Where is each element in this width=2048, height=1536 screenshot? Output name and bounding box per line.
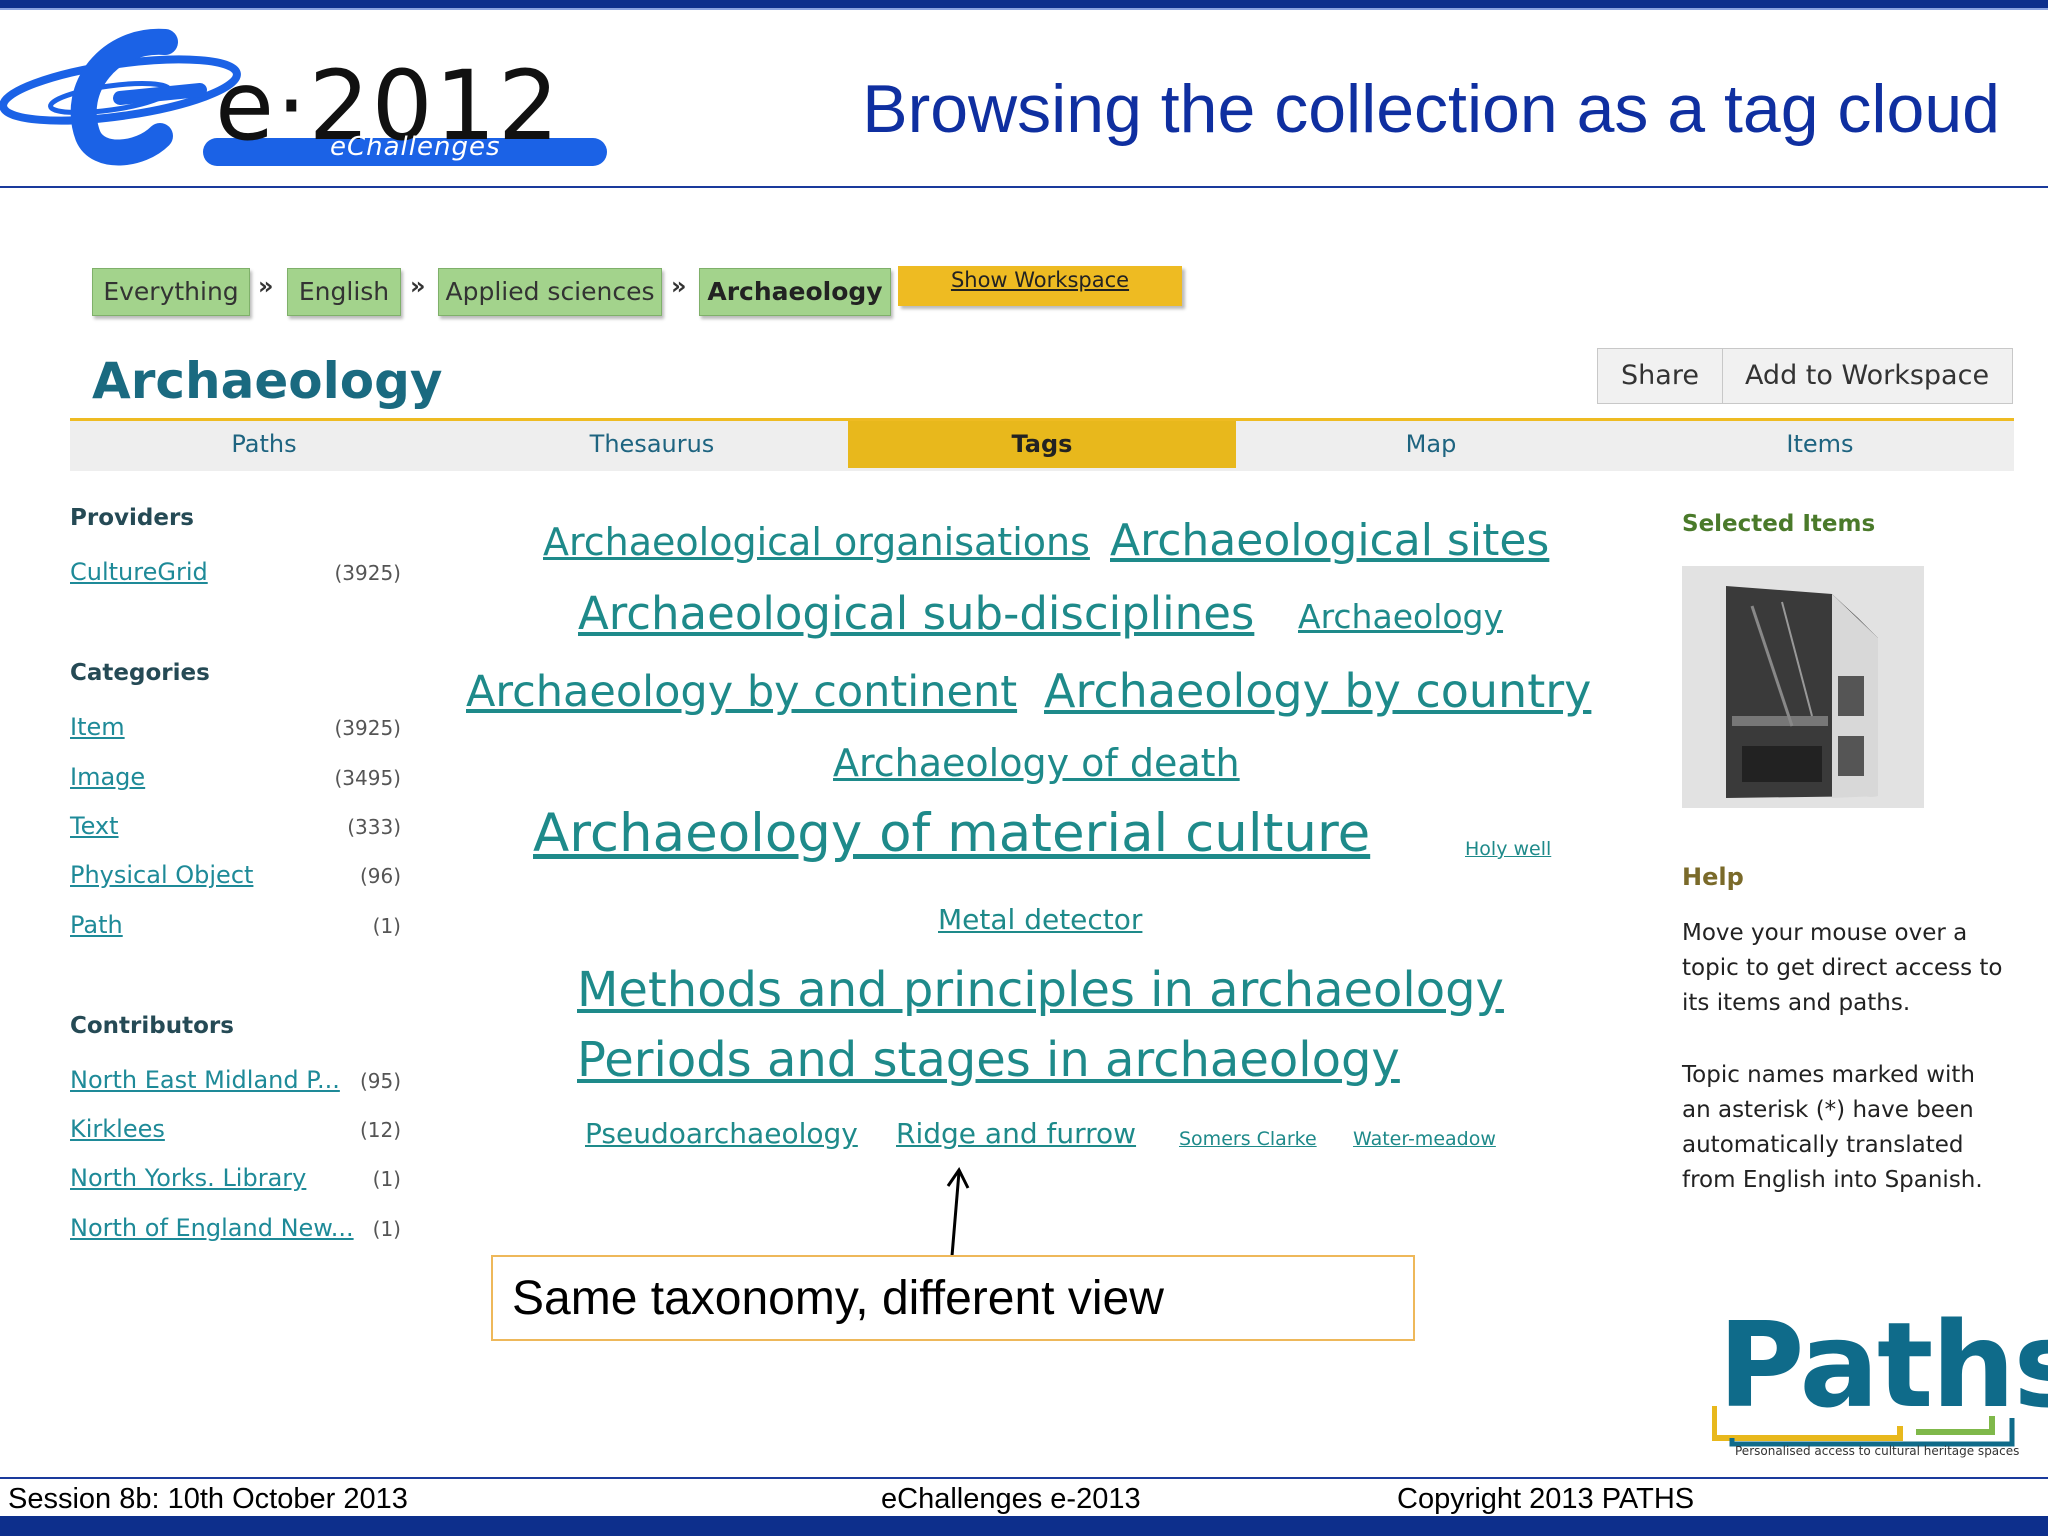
contributor-link[interactable]: Kirklees (70, 1115, 165, 1143)
add-to-workspace-button[interactable]: Add to Workspace (1724, 349, 2010, 403)
slide-title: Browsing the collection as a tag cloud (862, 71, 2000, 147)
callout-text: Same taxonomy, different view (512, 1272, 1164, 1325)
category-count: (3495) (334, 766, 401, 790)
help-text-line: an asterisk (*) have been (1682, 1097, 1974, 1123)
selected-items-heading: Selected Items (1682, 511, 1876, 537)
share-button[interactable]: Share (1598, 349, 1723, 403)
category-link-path[interactable]: Path (70, 911, 123, 939)
provider-count: (3925) (334, 561, 401, 585)
footer-event: eChallenges e-2013 (881, 1483, 1141, 1515)
tag-link[interactable]: Water-meadow (1353, 1128, 1496, 1150)
footer-copyright: Copyright 2013 PATHS (1397, 1483, 1695, 1515)
help-text-line: Topic names marked with (1682, 1062, 1975, 1088)
contributors-heading: Contributors (70, 1013, 234, 1039)
help-text-line: topic to get direct access to (1682, 955, 2003, 981)
tag-link[interactable]: Archaeology by continent (466, 667, 1017, 717)
selected-item-thumbnail[interactable] (1682, 566, 1924, 808)
contributor-count: (1) (372, 1167, 401, 1191)
tag-link[interactable]: Archaeology (1298, 597, 1503, 636)
bottom-bar (0, 1516, 2048, 1536)
callout-arrow-icon (946, 1167, 970, 1257)
help-text-line: its items and paths. (1682, 990, 1911, 1016)
help-text-line: from English into Spanish. (1682, 1167, 1983, 1193)
footer-session: Session 8b: 10th October 2013 (8, 1483, 408, 1515)
paths-logo-tagline: Personalised access to cultural heritage… (1735, 1444, 2020, 1458)
tab-map[interactable]: Map (1237, 421, 1625, 468)
breadcrumb-applied-sciences[interactable]: Applied sciences (438, 268, 662, 316)
category-link-item[interactable]: Item (70, 713, 125, 741)
tag-link[interactable]: Metal detector (938, 903, 1142, 936)
breadcrumb-separator: » (410, 272, 426, 300)
category-link-text[interactable]: Text (70, 812, 119, 840)
tag-link[interactable]: Somers Clarke (1179, 1128, 1317, 1150)
tag-link[interactable]: Archaeological sub-disciplines (578, 587, 1254, 640)
category-count: (96) (359, 864, 401, 888)
top-bar (0, 0, 2048, 10)
category-link-physical-object[interactable]: Physical Object (70, 861, 253, 889)
categories-heading: Categories (70, 660, 210, 686)
breadcrumb-archaeology[interactable]: Archaeology (699, 268, 891, 316)
tag-link[interactable]: Periods and stages in archaeology (577, 1032, 1400, 1088)
logo-subtext: eChallenges (330, 132, 501, 162)
show-workspace-button[interactable]: Show Workspace (898, 266, 1182, 306)
tab-paths[interactable]: Paths (70, 421, 458, 468)
contributor-count: (95) (359, 1069, 401, 1093)
tag-link[interactable]: Pseudoarchaeology (585, 1117, 858, 1150)
tag-link[interactable]: Archaeology by country (1044, 664, 1591, 718)
category-count: (1) (372, 914, 401, 938)
building-photo-icon (1682, 566, 1924, 808)
tab-tags[interactable]: Tags (848, 421, 1236, 468)
contributor-count: (12) (359, 1118, 401, 1142)
breadcrumb-everything[interactable]: Everything (92, 268, 250, 316)
tag-link[interactable]: Archaeological organisations (543, 520, 1090, 564)
help-text-line: Move your mouse over a (1682, 920, 1968, 946)
footer-divider (0, 1477, 2048, 1479)
breadcrumb-separator: » (671, 272, 687, 300)
providers-heading: Providers (70, 505, 194, 531)
breadcrumb-english[interactable]: English (287, 268, 401, 316)
tag-link[interactable]: Archaeology of material culture (533, 803, 1370, 864)
tag-link[interactable]: Archaeological sites (1110, 515, 1549, 566)
header-divider (0, 186, 2048, 188)
tag-link[interactable]: Ridge and furrow (896, 1117, 1136, 1150)
breadcrumb-separator: » (258, 272, 274, 300)
help-text-line: automatically translated (1682, 1132, 1964, 1158)
category-count: (333) (347, 815, 401, 839)
page-heading: Archaeology (92, 352, 443, 410)
tab-items[interactable]: Items (1626, 421, 2014, 468)
tag-link[interactable]: Methods and principles in archaeology (577, 962, 1504, 1018)
paths-logo-word: Paths (1718, 1296, 2048, 1434)
help-heading: Help (1682, 863, 1744, 891)
tab-thesaurus[interactable]: Thesaurus (458, 421, 846, 468)
contributor-link[interactable]: North Yorks. Library (70, 1164, 306, 1192)
category-link-image[interactable]: Image (70, 763, 145, 791)
category-count: (3925) (334, 716, 401, 740)
provider-link[interactable]: CultureGrid (70, 558, 208, 586)
tag-link[interactable]: Holy well (1465, 838, 1551, 860)
contributor-count: (1) (372, 1217, 401, 1241)
tag-link[interactable]: Archaeology of death (833, 741, 1240, 785)
